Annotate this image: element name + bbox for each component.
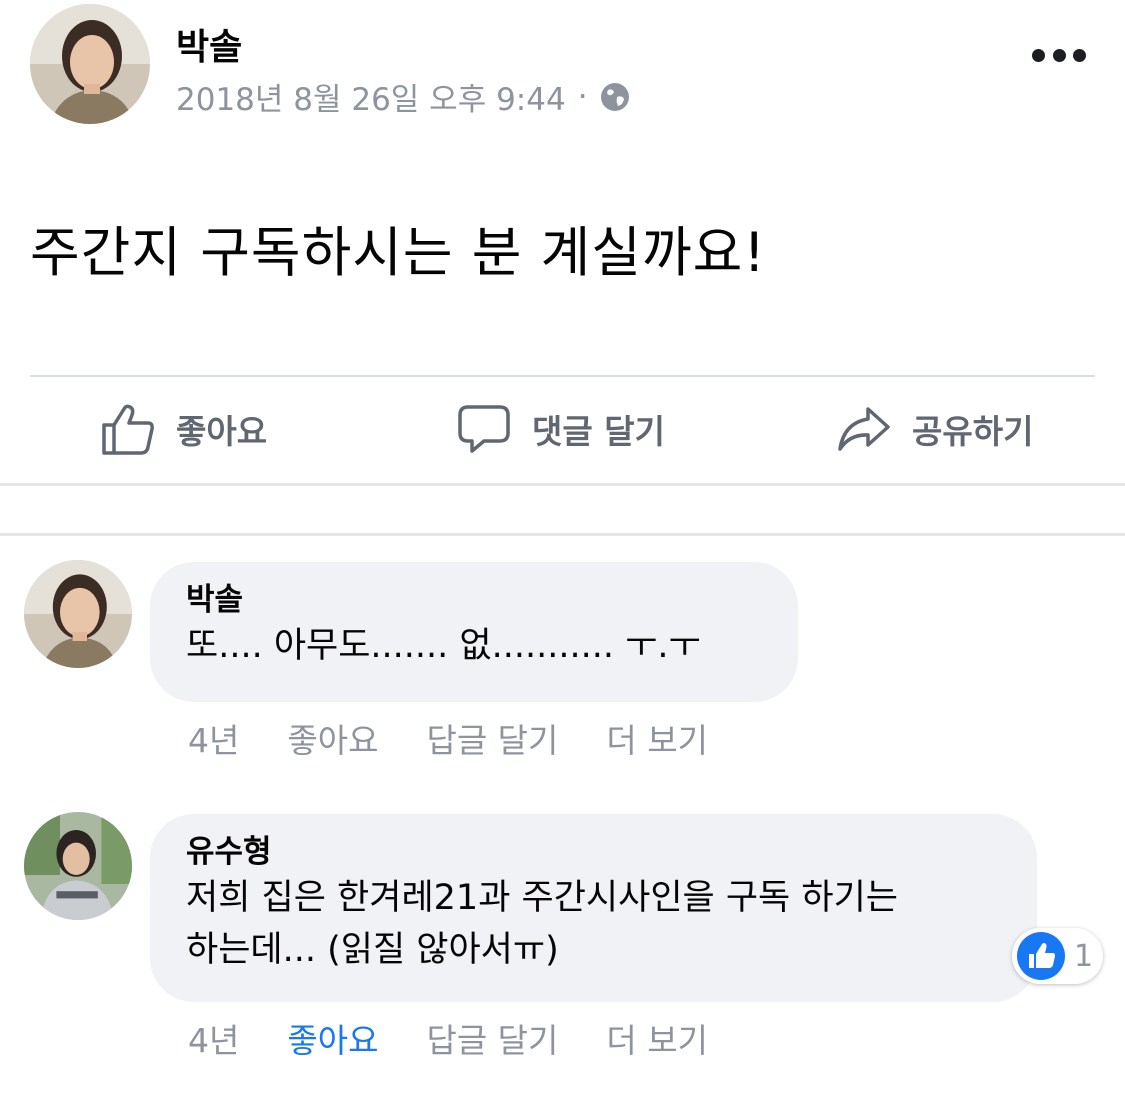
comment-bubble-icon xyxy=(458,405,510,453)
comment-actions: 4년 좋아요 답글 달기 더 보기 xyxy=(188,714,756,762)
comment-reply-button[interactable]: 답글 달기 xyxy=(426,714,558,762)
author-avatar[interactable] xyxy=(30,4,150,124)
reaction-count: 1 xyxy=(1074,938,1094,974)
comment-age: 4년 xyxy=(188,1021,240,1060)
commenter-avatar[interactable] xyxy=(24,812,132,920)
comment-actions: 4년 좋아요 답글 달기 더 보기 xyxy=(188,1014,756,1062)
share-label: 공유하기 xyxy=(912,412,1034,451)
post-timestamp[interactable]: 2018년 8월 26일 오후 9:44 xyxy=(176,74,566,119)
thumbs-up-icon xyxy=(102,404,154,455)
like-button[interactable]: 좋아요 xyxy=(100,399,267,459)
comment-reply-button[interactable]: 답글 달기 xyxy=(426,1014,558,1062)
globe-icon xyxy=(600,82,630,112)
like-label: 좋아요 xyxy=(176,412,268,451)
share-arrow-icon xyxy=(838,407,890,451)
comment-text: 저희 집은 한겨레21과 주간시사인을 구독 하기는 하는데... (읽질 않아… xyxy=(186,878,898,970)
comment-label: 댓글 달기 xyxy=(532,412,665,451)
comment-text: 또.... 아무도....... 없........... ㅜ.ㅜ xyxy=(186,626,701,666)
divider xyxy=(0,533,1125,536)
more-dot xyxy=(1073,48,1086,62)
meta-separator: · xyxy=(577,78,588,115)
commenter-avatar[interactable] xyxy=(24,560,132,668)
more-options-icon[interactable] xyxy=(1032,40,1086,70)
comment-bubble[interactable]: 유수형 저희 집은 한겨레21과 주간시사인을 구독 하기는 하는데... (읽… xyxy=(150,814,1037,1002)
like-reaction-icon xyxy=(1017,932,1065,980)
post-meta: 2018년 8월 26일 오후 9:44 · xyxy=(176,74,630,119)
author-name[interactable]: 박솔 xyxy=(176,18,242,70)
comment-more-button[interactable]: 더 보기 xyxy=(606,1014,708,1062)
comment-like-button[interactable]: 좋아요 xyxy=(287,1014,378,1062)
divider xyxy=(0,483,1125,486)
comment-like-button[interactable]: 좋아요 xyxy=(287,714,378,762)
post-header: 박솔 2018년 8월 26일 오후 9:44 · xyxy=(0,0,1125,150)
comment-bubble[interactable]: 박솔 또.... 아무도....... 없........... ㅜ.ㅜ xyxy=(150,562,798,702)
more-dot xyxy=(1032,48,1045,62)
comment-age: 4년 xyxy=(188,721,240,760)
more-dot xyxy=(1052,48,1066,62)
reaction-badge[interactable]: 1 xyxy=(1012,928,1104,984)
comment-author[interactable]: 박솔 xyxy=(186,580,760,620)
share-button[interactable]: 공유하기 xyxy=(836,399,1033,459)
comment-more-button[interactable]: 더 보기 xyxy=(606,714,708,762)
post-text: 주간지 구독하시는 분 계실까요! xyxy=(30,221,766,284)
post-action-bar: 좋아요 댓글 달기 공유하기 xyxy=(0,377,1125,483)
comment-author[interactable]: 유수형 xyxy=(186,832,999,872)
